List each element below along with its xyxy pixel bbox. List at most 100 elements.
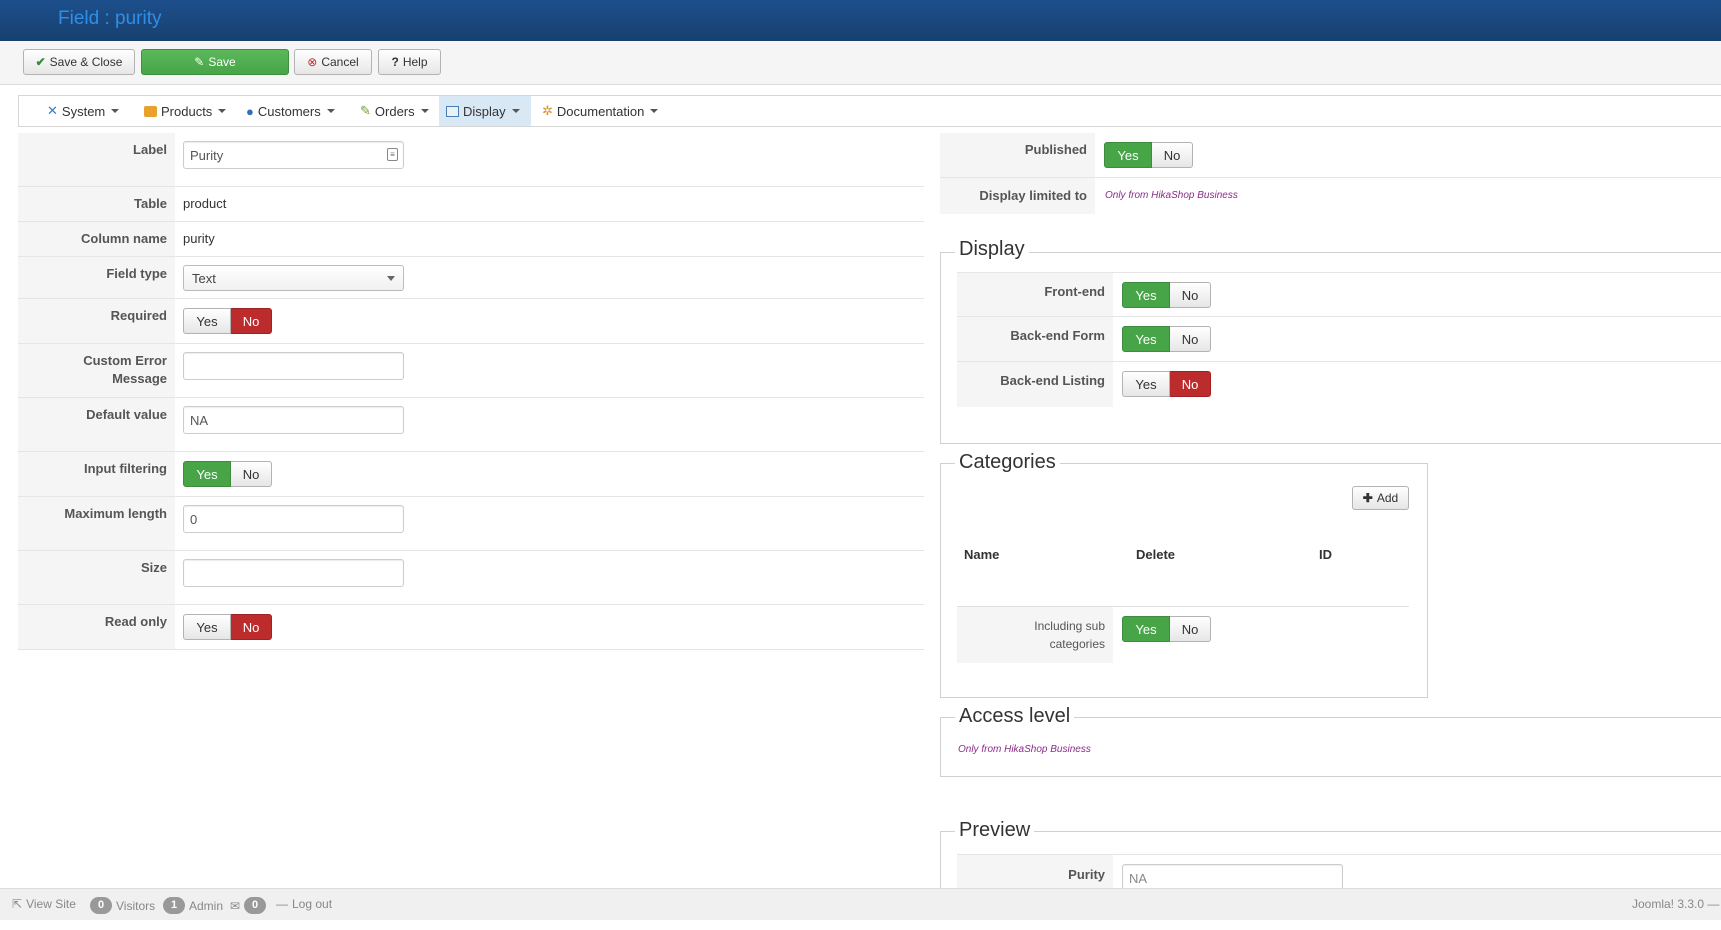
translate-icon[interactable]: ≡: [387, 148, 398, 161]
view-site-link[interactable]: ⇱ View Site: [12, 897, 76, 911]
cancel-button[interactable]: ⊗ Cancel: [294, 49, 372, 75]
default-value-row: Default value NA: [18, 398, 924, 452]
published-key: Published: [940, 133, 1095, 177]
input-filtering-no-button[interactable]: No: [231, 461, 272, 487]
help-icon: ?: [391, 55, 399, 69]
column-name-row: Column name purity: [18, 222, 924, 257]
backend-form-no-button[interactable]: No: [1170, 326, 1211, 352]
required-no-button[interactable]: No: [231, 308, 272, 334]
visitors-count-badge: 0: [90, 897, 112, 914]
external-link-icon: ⇱: [12, 897, 23, 911]
max-length-input[interactable]: 0: [183, 505, 404, 533]
frontend-yes-button[interactable]: Yes: [1122, 282, 1170, 308]
page-title: Field : purity: [58, 8, 162, 29]
save-label: Save: [208, 55, 236, 69]
frontend-key: Front-end: [957, 273, 1113, 316]
visitors-label: Visitors: [116, 898, 156, 913]
default-value-input[interactable]: NA: [183, 406, 404, 434]
custom-error-key-line2: Message: [112, 371, 167, 386]
read-only-toggle: Yes No: [183, 614, 272, 640]
check-icon: ✔: [35, 55, 46, 69]
box-icon: [144, 105, 157, 117]
envelope-icon: ✉: [230, 898, 241, 913]
including-sub-no-button[interactable]: No: [1170, 616, 1211, 642]
backend-form-yes-button[interactable]: Yes: [1122, 326, 1170, 352]
custom-error-key: Custom Error Message: [18, 344, 175, 397]
save-button[interactable]: ✎ Save: [141, 49, 289, 75]
menu-item-customers[interactable]: ● Customers: [239, 96, 342, 126]
menu-label: Customers: [257, 103, 321, 119]
logout-label: Log out: [292, 897, 333, 911]
menu-label: Products: [161, 103, 213, 119]
backend-listing-row: Back-end Listing Yes No: [957, 362, 1721, 407]
cancel-icon: ⊗: [307, 55, 318, 69]
frontend-no-button[interactable]: No: [1170, 282, 1211, 308]
backend-listing-key: Back-end Listing: [957, 362, 1113, 407]
size-row: Size: [18, 551, 924, 605]
cancel-label: Cancel: [321, 55, 359, 69]
preview-legend: Preview: [955, 819, 1035, 842]
read-only-yes-button[interactable]: Yes: [183, 614, 231, 640]
including-sub-toggle: Yes No: [1122, 616, 1211, 642]
view-site-label: View Site: [26, 897, 76, 911]
messages-status[interactable]: ✉ 0: [230, 897, 267, 914]
categories-col-id: ID: [1319, 547, 1332, 562]
required-key: Required: [18, 299, 175, 343]
backend-listing-no-button[interactable]: No: [1170, 371, 1211, 397]
minus-icon: —: [276, 897, 288, 911]
plus-icon: ✚: [1362, 491, 1373, 505]
required-toggle: Yes No: [183, 308, 272, 334]
menu-item-system[interactable]: ✕ System: [40, 96, 126, 126]
backend-listing-yes-button[interactable]: Yes: [1122, 371, 1170, 397]
admin-count-badge: 1: [163, 897, 185, 914]
add-label: Add: [1376, 491, 1399, 505]
input-filtering-key: Input filtering: [18, 452, 175, 496]
custom-error-row: Custom Error Message: [18, 344, 924, 398]
menu-label: Display: [463, 103, 506, 119]
input-filtering-yes-button[interactable]: Yes: [183, 461, 231, 487]
custom-error-input[interactable]: [183, 352, 404, 380]
help-button[interactable]: ? Help: [378, 49, 441, 75]
backend-listing-toggle: Yes No: [1122, 371, 1211, 397]
caret-down-icon: [420, 109, 429, 113]
toolbar: ✔ Save & Close ✎ Save ⊗ Cancel ? Help: [0, 41, 1721, 85]
label-input[interactable]: Purity ≡: [183, 141, 404, 169]
menu-item-products[interactable]: Products: [137, 96, 233, 126]
users-icon: ●: [246, 103, 254, 119]
including-sub-line1: Including sub: [1034, 619, 1105, 633]
menu-item-display[interactable]: Display: [439, 96, 531, 126]
documentation-icon: ✲: [542, 103, 553, 118]
including-sub-line2: categories: [1049, 637, 1105, 651]
read-only-no-button[interactable]: No: [231, 614, 272, 640]
menu-label: Orders: [374, 103, 415, 119]
column-name-key: Column name: [18, 222, 175, 256]
backend-form-toggle: Yes No: [1122, 326, 1211, 352]
including-sub-row: Including sub categories Yes No: [957, 607, 1409, 663]
display-limited-key: Display limited to: [940, 178, 1095, 214]
menu-item-documentation[interactable]: ✲ Documentation: [535, 96, 665, 126]
field-type-value: Text: [192, 270, 216, 286]
default-value-key: Default value: [18, 398, 175, 451]
add-category-button[interactable]: ✚ Add: [1352, 486, 1409, 510]
published-no-button[interactable]: No: [1152, 142, 1193, 168]
including-sub-yes-button[interactable]: Yes: [1122, 616, 1170, 642]
caret-down-icon: [650, 109, 659, 113]
published-yes-button[interactable]: Yes: [1104, 142, 1152, 168]
required-yes-button[interactable]: Yes: [183, 308, 231, 334]
field-type-key: Field type: [18, 257, 175, 298]
size-input[interactable]: [183, 559, 404, 587]
caret-down-icon: [111, 109, 120, 113]
caret-down-icon: [218, 109, 227, 113]
field-type-select[interactable]: Text: [183, 265, 404, 291]
input-filtering-row: Input filtering Yes No: [18, 452, 924, 497]
input-filtering-toggle: Yes No: [183, 461, 272, 487]
menu-item-orders[interactable]: ✎ Orders: [353, 96, 436, 126]
including-sub-key: Including sub categories: [957, 607, 1113, 663]
logout-link[interactable]: — Log out: [276, 897, 332, 911]
label-key: Label: [18, 133, 175, 186]
label-row: Label Purity ≡: [18, 133, 924, 187]
menu-label: Documentation: [556, 103, 645, 119]
menu-label: System: [61, 103, 106, 119]
save-close-button[interactable]: ✔ Save & Close: [23, 49, 135, 75]
read-only-row: Read only Yes No: [18, 605, 924, 650]
